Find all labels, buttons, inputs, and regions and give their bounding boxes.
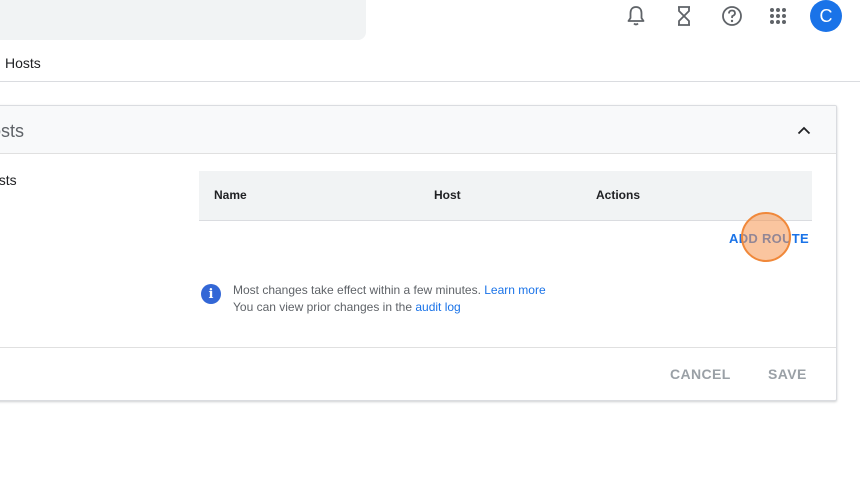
hosts-card: osts osts Name Host Actions ADD ROUTE i … [0, 105, 837, 401]
info-line-2: You can view prior changes in the [233, 300, 413, 314]
column-header-host: Host [434, 188, 461, 202]
notifications-bell-icon[interactable] [622, 2, 650, 30]
hourglass-icon[interactable] [670, 2, 698, 30]
save-button[interactable]: SAVE [768, 366, 807, 382]
card-title: osts [0, 121, 25, 141]
info-line-1: Most changes take effect within a few mi… [233, 283, 481, 297]
audit-log-link[interactable]: audit log [415, 300, 460, 314]
breadcrumb: Hosts [5, 55, 41, 71]
routes-table-header: Name Host Actions [199, 171, 812, 221]
column-header-actions: Actions [596, 188, 641, 202]
breadcrumb-current: Hosts [5, 55, 41, 71]
section-label: osts [0, 172, 17, 188]
header-divider [0, 81, 860, 82]
search-bar[interactable] [0, 0, 366, 40]
help-icon[interactable] [718, 2, 746, 30]
apps-grid-icon[interactable] [764, 2, 792, 30]
chevron-up-icon[interactable] [796, 122, 812, 138]
column-header-name: Name [214, 188, 247, 202]
add-route-button[interactable]: ADD ROUTE [729, 231, 809, 246]
avatar-letter: C [819, 5, 833, 26]
info-message: Most changes take effect within a few mi… [233, 282, 546, 316]
account-avatar[interactable]: C [810, 0, 842, 32]
cancel-button[interactable]: CANCEL [670, 366, 731, 382]
card-header[interactable]: osts [0, 106, 836, 154]
footer-divider [0, 347, 836, 348]
learn-more-link[interactable]: Learn more [484, 283, 545, 297]
info-icon: i [201, 284, 221, 304]
